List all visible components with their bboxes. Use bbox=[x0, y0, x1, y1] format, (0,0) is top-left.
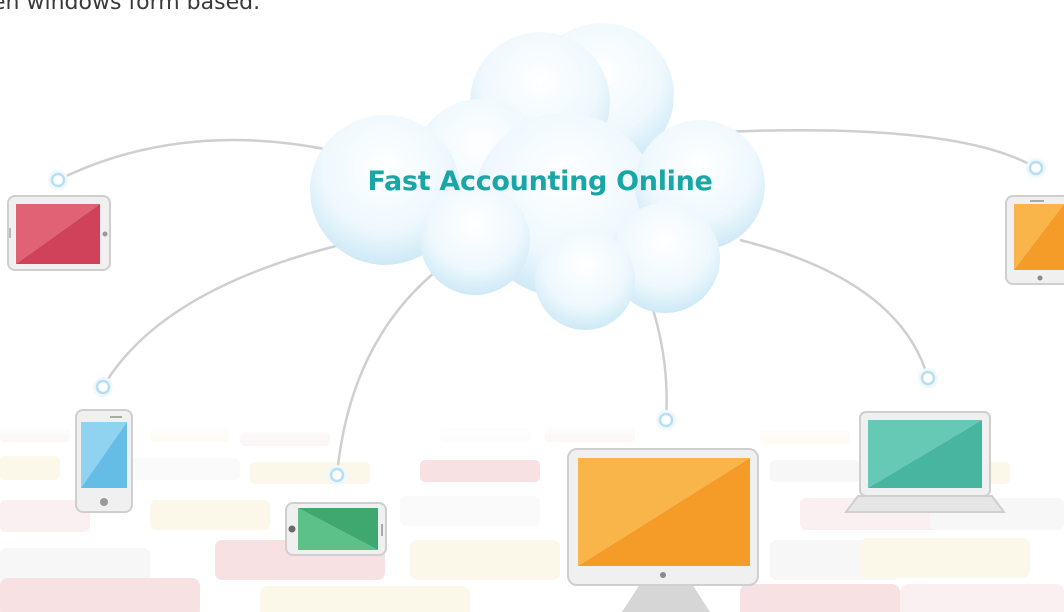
tablet-orange-icon bbox=[1005, 195, 1064, 285]
cloud-network-illustration bbox=[0, 23, 1064, 612]
tablet-red-icon bbox=[7, 195, 111, 271]
illustration: en windows form based. Fast Accounting O… bbox=[0, 0, 1064, 612]
phone-blue-icon bbox=[75, 409, 133, 513]
laptop-icon bbox=[844, 411, 1006, 513]
desktop-monitor-icon bbox=[567, 448, 759, 612]
phone-green-icon bbox=[285, 502, 387, 556]
cloud-title: Fast Accounting Online bbox=[367, 166, 713, 197]
